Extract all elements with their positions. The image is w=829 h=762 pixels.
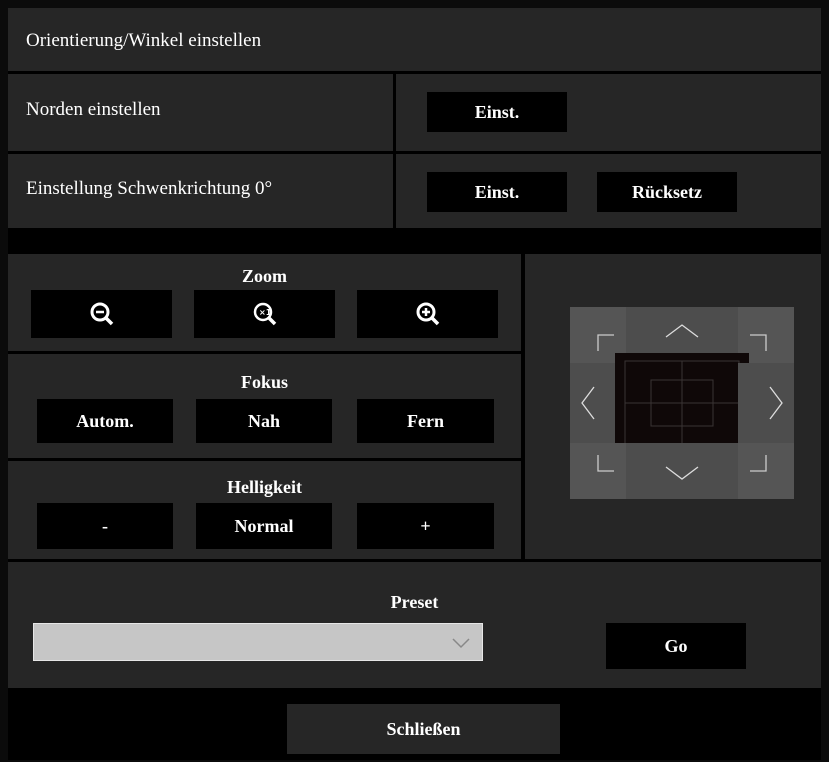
- focus-auto-button[interactable]: Autom.: [37, 399, 173, 443]
- dialog-title: Orientierung/Winkel einstellen: [26, 30, 262, 51]
- dropdown-chevron-icon: [452, 638, 470, 649]
- zoom-out-button[interactable]: [31, 290, 172, 338]
- row-divider: [393, 74, 396, 151]
- brightness-title: Helligkeit: [227, 477, 302, 497]
- zoom-panel: Zoom ×1: [8, 254, 521, 351]
- close-button[interactable]: Schließen: [287, 704, 560, 754]
- pan-set-button[interactable]: Einst.: [427, 172, 567, 212]
- zoom-x1-button[interactable]: ×1: [194, 290, 335, 338]
- pan-tilt-panel: [525, 254, 821, 559]
- zoom-x1-icon: ×1: [252, 301, 278, 327]
- dialog-header: Orientierung/Winkel einstellen: [8, 8, 821, 71]
- pan-row: Einstellung Schwenkrichtung 0° Einst. Rü…: [8, 154, 821, 228]
- focus-near-button[interactable]: Nah: [196, 399, 332, 443]
- north-set-button[interactable]: Einst.: [427, 92, 567, 132]
- focus-far-button[interactable]: Fern: [357, 399, 494, 443]
- pan-tilt-pad: [570, 307, 794, 499]
- brightness-minus-button[interactable]: -: [37, 503, 173, 549]
- pan-reset-button[interactable]: Rücksetz: [597, 172, 737, 212]
- orientation-dialog: Orientierung/Winkel einstellen Norden ei…: [8, 8, 821, 760]
- north-label: Norden einstellen: [26, 99, 161, 120]
- zoom-out-icon: [89, 301, 115, 327]
- preset-select[interactable]: [33, 623, 483, 661]
- pad-center-area[interactable]: [615, 353, 749, 453]
- preset-go-button[interactable]: Go: [606, 623, 746, 669]
- preset-panel: Preset Go: [8, 562, 821, 688]
- brightness-panel: Helligkeit - Normal +: [8, 461, 521, 559]
- focus-panel: Fokus Autom. Nah Fern: [8, 354, 521, 458]
- pad-down-right-button[interactable]: [738, 443, 794, 499]
- north-row: Norden einstellen Einst.: [8, 74, 821, 151]
- brightness-normal-button[interactable]: Normal: [196, 503, 332, 549]
- zoom-in-button[interactable]: [357, 290, 498, 338]
- pad-down-button[interactable]: [626, 443, 738, 499]
- pan-label: Einstellung Schwenkrichtung 0°: [26, 178, 273, 199]
- preset-title: Preset: [390, 592, 439, 612]
- chevron-right-icon: [769, 386, 783, 420]
- crosshair-icon: [624, 360, 740, 446]
- focus-title: Fokus: [240, 372, 289, 392]
- brightness-plus-button[interactable]: +: [357, 503, 494, 549]
- zoom-in-icon: [415, 301, 441, 327]
- chevron-down-icon: [665, 466, 699, 480]
- row-divider: [393, 154, 396, 228]
- pad-down-left-button[interactable]: [570, 443, 626, 499]
- svg-text:×1: ×1: [259, 308, 272, 317]
- pad-right-button[interactable]: [738, 363, 794, 443]
- corner-down-right-icon: [750, 455, 767, 472]
- zoom-title: Zoom: [242, 266, 287, 286]
- corner-down-left-icon: [597, 455, 614, 472]
